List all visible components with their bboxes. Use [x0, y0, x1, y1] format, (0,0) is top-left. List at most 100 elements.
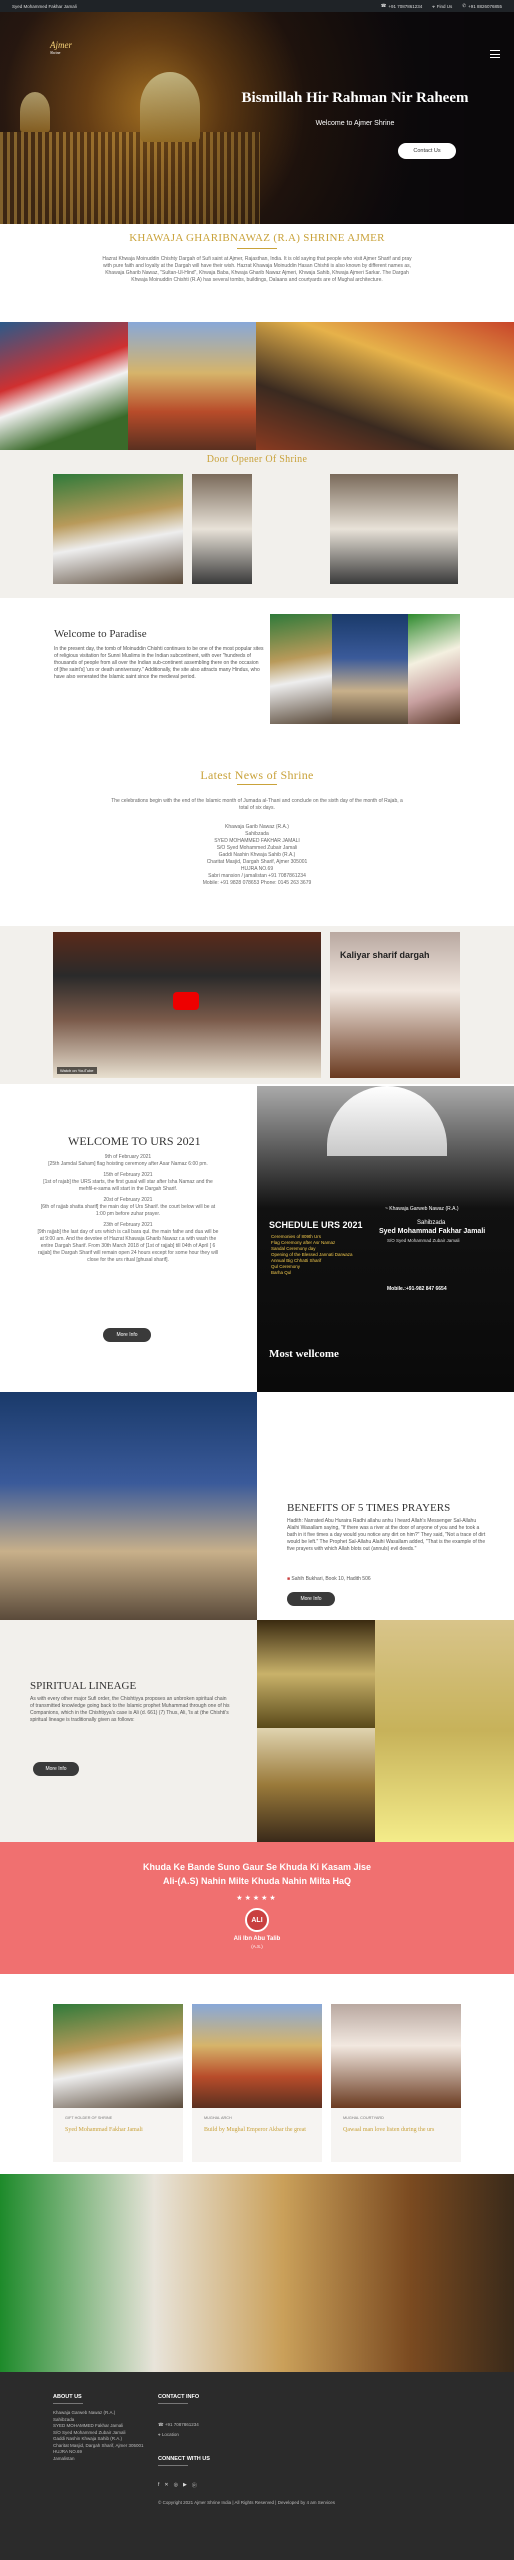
prayers-title: BENEFITS OF 5 TIMES PRAYERS: [287, 1502, 451, 1514]
urs-item-date: 15th of February 2021: [103, 1172, 153, 1178]
hero-subtitle: Welcome to Ajmer Shrine: [315, 120, 395, 127]
card-category: GIFT HOLDER OF SHRINE: [65, 2116, 113, 2120]
urs-item-date: 9th of February 2021: [104, 1154, 152, 1160]
news-contact-line: Gaddi Nashin Khwaja Sahib (R.A.): [218, 852, 296, 858]
prayers-image[interactable]: [0, 1392, 257, 1620]
quote-author: Ali Ibn Abu Talib: [233, 1936, 281, 1942]
poster-schedule: Ceremonies of 809th Urs Flag Ceremony aft…: [271, 1234, 381, 1276]
video-thumbnail[interactable]: Kaliyar sharif dargah: [330, 932, 460, 1078]
footer-contact-heading: CONTACT INFO: [158, 2394, 200, 2400]
news-contact-line: Sahibzada: [245, 831, 269, 837]
poster-mobile: Mobile.:+91-982 847 6654: [387, 1286, 447, 1292]
card-image[interactable]: [53, 2004, 183, 2108]
paradise-image-2[interactable]: [332, 614, 408, 724]
instagram-icon[interactable]: ◎: [174, 2482, 178, 2489]
gallery-image-3[interactable]: [256, 322, 514, 450]
post-card[interactable]: MUGHAL ARCH Build by Mughal Emperor Akba…: [192, 2004, 322, 2162]
lineage-image-2[interactable]: [257, 1728, 375, 1842]
prayers-text: Hadith: Narrated Abu Huraira Radhi allah…: [287, 1518, 486, 1552]
urs-title: WELCOME TO URS 2021: [68, 1134, 201, 1148]
ali-badge: ALI: [245, 1908, 269, 1932]
quote-author-role: (A.S.): [251, 1944, 263, 1949]
footer-location[interactable]: ⌖ Location: [158, 2432, 179, 2439]
urs-item-date: 20st of February 2021: [103, 1197, 153, 1203]
post-card[interactable]: GIFT HOLDER OF SHRINE Syed Mohammad Fakh…: [53, 2004, 183, 2162]
lineage-image-3[interactable]: [375, 1620, 514, 1842]
lineage-image-1[interactable]: [257, 1620, 375, 1728]
topbar-name: Syed Mohammed Fakhar Jamali: [12, 3, 77, 9]
pinterest-icon[interactable]: ⓟ: [192, 2482, 197, 2489]
kaliyar-caption: Kaliyar sharif dargah: [340, 950, 430, 960]
social-links: f ✕ ◎ ▶ ⓟ: [158, 2482, 197, 2489]
urs-more-info-button[interactable]: More Info: [103, 1328, 151, 1342]
urs-schedule: 9th of February 2021 [25th Jamdal Saham] …: [36, 1150, 220, 1264]
door-image-1[interactable]: [53, 474, 183, 584]
book-icon: ■: [287, 1576, 291, 1582]
prayers-more-info-button[interactable]: More Info: [287, 1592, 335, 1606]
quote-banner: Khuda Ke Bande Suno Gaur Se Khuda Ki Kas…: [0, 1842, 514, 1974]
poster-welcome: Most wellcome: [269, 1348, 339, 1360]
phone-icon: ☎: [380, 3, 387, 8]
urs-item-text: [6th of rajjab shatta sharif] the main d…: [40, 1204, 216, 1217]
card-category: MUGHAL COURTYARD: [343, 2116, 384, 2120]
poster-name: Syed Mohammad Fakhar Jamali: [379, 1228, 486, 1235]
footer-connect-heading: CONNECT WITH US: [158, 2456, 210, 2462]
poster-heading: SCHEDULE URS 2021: [269, 1220, 363, 1230]
watch-on-youtube[interactable]: Watch on YouTube: [57, 1067, 97, 1074]
footer: ABOUT US Khawaja Garweb Nawaz (R.A.) Sahi…: [0, 2372, 514, 2560]
door-image-2[interactable]: [192, 474, 252, 584]
prayers-source: ■ Sahih Bukhari, Book 10, Hadith 506: [287, 1576, 371, 1582]
poster-sahib: Sahibzada: [417, 1220, 446, 1226]
star-rating: ★★★★★: [236, 1895, 278, 1902]
gallery-image-2[interactable]: [128, 322, 256, 450]
card-image[interactable]: [331, 2004, 461, 2108]
twitter-icon[interactable]: ✕: [164, 2482, 168, 2489]
door-image-3[interactable]: [330, 474, 458, 584]
topbar-contact[interactable]: ✆ +91 8826076855: [462, 3, 502, 9]
news-title: Latest News of Shrine: [200, 768, 314, 782]
poster-schedule-item: Barha Qul: [271, 1270, 292, 1275]
footer-about-text: Khawaja Garweb Nawaz (R.A.) Sahibzada SYED…: [53, 2410, 145, 2462]
quote-line-1: Khuda Ke Bande Suno Gaur Se Khuda Ki Kas…: [142, 1862, 372, 1872]
urs-item-text: [1st of rajab] the URS starts, the first…: [43, 1179, 213, 1192]
paradise-image-3[interactable]: [408, 614, 460, 724]
news-contact-line: S/O Syed Mohammed Zubair Jamali: [216, 845, 298, 851]
quote-line-2: Ali-(A.S) Nahin Milte Khuda Nahin Milta …: [162, 1876, 351, 1886]
facebook-icon[interactable]: f: [158, 2482, 159, 2489]
gallery-image-1[interactable]: [0, 322, 128, 450]
urs-item-text: [25th Jamdal Saham] flag hoisting ceremo…: [48, 1161, 208, 1167]
poster-so: S/O Syed Mohammad Zubair Jamali: [387, 1238, 460, 1243]
video-player[interactable]: Watch on YouTube: [53, 932, 321, 1078]
footer-copyright: © Copyright 2021 Ajmer Shrine India | Al…: [158, 2500, 335, 2505]
topbar-phone[interactable]: ☎ +91 7087861234: [381, 3, 423, 9]
play-icon[interactable]: [173, 992, 199, 1010]
site-logo[interactable]: Ajmer Shrine: [50, 40, 94, 70]
topbar-find-us[interactable]: ⌖ Find Us: [432, 3, 452, 9]
footer-about-line: Jamalistan: [53, 2455, 75, 2461]
phone-icon: ☎: [158, 2422, 164, 2427]
card-category: MUGHAL ARCH: [204, 2116, 232, 2120]
youtube-icon[interactable]: ▶: [183, 2482, 187, 2489]
door-title: Door Opener Of Shrine: [206, 454, 308, 465]
card-title[interactable]: Build by Mughal Emperor Akbar the great: [204, 2126, 314, 2134]
intro-title: KHAWAJA GHARIBNAWAZ (R.A) SHRINE AJMER: [129, 232, 385, 244]
post-card[interactable]: MUGHAL COURTYARD Qawaal man love listen …: [331, 2004, 461, 2162]
poster-caption: ~ Khawaja Garweb Nawaz (R.A.): [385, 1206, 459, 1212]
news-contact-line: Charitat Masjid, Dargah Sharif, Ajmer 30…: [206, 859, 308, 865]
news-contact-list: Khawaja Garib Nawaz (R.A.) Sahibzada SYED …: [140, 824, 374, 887]
contact-us-button[interactable]: Contact Us: [398, 143, 456, 159]
news-contact-line: HUJRA NO.69: [240, 866, 274, 872]
location-icon: ⌖: [158, 2432, 161, 2437]
news-contact-line: Mobile: +91 9828 078653 Phone: 0145 263 …: [202, 880, 312, 886]
urs-item-date: 23th of February 2021: [103, 1222, 153, 1228]
news-contact-line: Khawaja Garib Nawaz (R.A.): [225, 824, 289, 830]
location-icon: ⌖: [432, 3, 435, 9]
card-image[interactable]: [192, 2004, 322, 2108]
lineage-more-info-button[interactable]: More Info: [33, 1762, 79, 1776]
menu-icon[interactable]: [490, 50, 500, 58]
card-title[interactable]: Qawaal man love listen during the urs: [343, 2126, 453, 2134]
card-title[interactable]: Syed Mohammad Fakhar Jamali: [65, 2126, 175, 2134]
paradise-image-1[interactable]: [270, 614, 332, 724]
footer-phone[interactable]: ☎ +91 7087861234: [158, 2422, 199, 2429]
urs-poster[interactable]: ~ Khawaja Garweb Nawaz (R.A.) Sahibzada …: [257, 1086, 514, 1392]
